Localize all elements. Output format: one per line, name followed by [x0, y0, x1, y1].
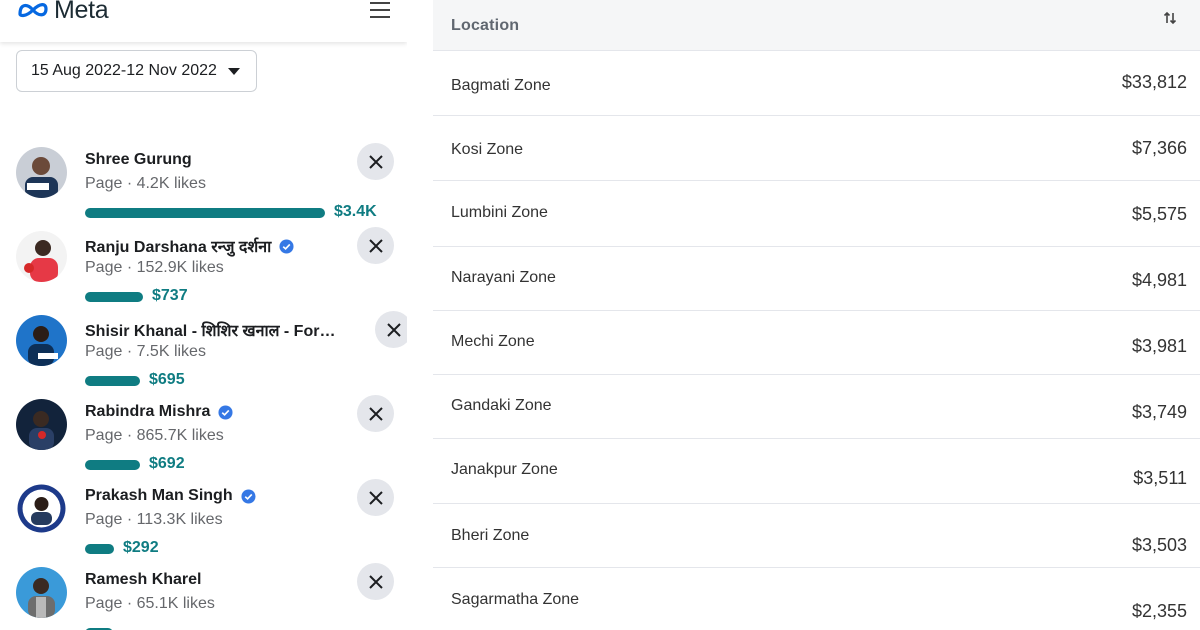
advertiser-subtitle: Page · 113.3K likes [85, 511, 223, 528]
list-item: Ramesh Kharel Page · 65.1K likes [0, 563, 407, 630]
advertiser-subtitle: Page · 4.2K likes [85, 175, 206, 192]
top-bar: Meta [0, 0, 407, 42]
value-cell: $2,355 [1131, 601, 1187, 621]
meta-infinity-icon [18, 3, 48, 18]
avatar[interactable] [16, 483, 67, 534]
close-icon [386, 322, 401, 337]
avatar[interactable] [16, 399, 67, 450]
spend-bar [85, 376, 140, 386]
hamburger-menu-icon[interactable] [370, 2, 390, 20]
date-range-label: 15 Aug 2022-12 Nov 2022 [31, 62, 217, 79]
value-cell: $3,981 [1131, 336, 1187, 356]
avatar[interactable] [16, 147, 67, 198]
spend-amount: $695 [149, 371, 185, 388]
value-cell: $5,575 [1131, 204, 1187, 224]
value-cell: $7,366 [1131, 138, 1187, 158]
table-row[interactable]: Janakpur Zone $3,511 [433, 439, 1200, 503]
spend-amount: $292 [123, 539, 159, 556]
location-cell: Mechi Zone [451, 333, 535, 350]
advertiser-panel: Meta 15 Aug 2022-12 Nov 2022 Shree Gurun… [0, 0, 407, 630]
remove-button[interactable] [357, 143, 394, 180]
advertiser-subtitle: Page · 865.7K likes [85, 427, 224, 444]
close-icon [368, 574, 383, 589]
value-cell: $4,981 [1131, 270, 1187, 290]
table-row[interactable]: Narayani Zone $4,981 [433, 247, 1200, 311]
remove-button[interactable] [357, 479, 394, 516]
caret-down-icon [228, 68, 240, 75]
close-icon [368, 154, 383, 169]
location-cell: Lumbini Zone [451, 204, 548, 221]
list-item: Ranju Darshana रन्जु दर्शना Page · 152.9… [0, 227, 407, 315]
table-row[interactable]: Bagmati Zone $33,812 [433, 52, 1200, 116]
spend-amount: $3.4K [334, 203, 377, 220]
table-row[interactable]: Bheri Zone $3,503 [433, 504, 1200, 568]
advertiser-subtitle: Page · 7.5K likes [85, 343, 206, 360]
avatar[interactable] [16, 567, 67, 618]
list-item: Prakash Man Singh Page · 113.3K likes $2… [0, 479, 407, 567]
close-icon [368, 238, 383, 253]
location-cell: Bheri Zone [451, 527, 530, 544]
location-cell: Bagmati Zone [451, 77, 551, 94]
close-icon [368, 406, 383, 421]
value-cell: $3,749 [1131, 402, 1187, 422]
table-row[interactable]: Kosi Zone $7,366 [433, 116, 1200, 180]
avatar[interactable] [16, 315, 67, 366]
table-header: Location [433, 0, 1200, 51]
table-row[interactable]: Mechi Zone $3,981 [433, 311, 1200, 375]
remove-button[interactable] [357, 563, 394, 600]
list-item: Rabindra Mishra Page · 865.7K likes $692 [0, 395, 407, 483]
location-cell: Kosi Zone [451, 141, 524, 158]
remove-button[interactable] [375, 311, 407, 348]
location-table: Location Bagmati Zone $33,812 Kosi Zone … [407, 0, 1200, 630]
verified-badge-icon [218, 404, 233, 420]
advertiser-name[interactable]: Shree Gurung [85, 151, 192, 169]
spend-bar [85, 292, 143, 302]
advertiser-name[interactable]: Ramesh Kharel [85, 571, 202, 589]
spend-bar [85, 544, 114, 554]
date-range-selector[interactable]: 15 Aug 2022-12 Nov 2022 [16, 50, 257, 92]
verified-badge-icon [241, 488, 256, 504]
spend-amount: $692 [149, 455, 185, 472]
list-item: Shree Gurung Page · 4.2K likes $3.4K [0, 143, 407, 231]
advertiser-name[interactable]: Shisir Khanal - शिशिर खनाल - For… [85, 319, 335, 341]
advertiser-subtitle: Page · 152.9K likes [85, 259, 224, 276]
table-row[interactable]: Gandaki Zone $3,749 [433, 375, 1200, 439]
value-cell: $3,511 [1133, 468, 1187, 488]
spend-bar [85, 208, 325, 218]
advertiser-name[interactable]: Prakash Man Singh [85, 487, 256, 505]
list-item: Shisir Khanal - शिशिर खनाल - For… Page ·… [0, 311, 407, 399]
sort-icon[interactable] [1162, 10, 1178, 26]
advertiser-name[interactable]: Rabindra Mishra [85, 403, 233, 421]
advertiser-subtitle: Page · 65.1K likes [85, 595, 215, 612]
meta-logo[interactable]: Meta [16, 0, 109, 26]
spend-bar [85, 460, 140, 470]
location-cell: Gandaki Zone [451, 397, 552, 414]
verified-badge-icon [279, 238, 294, 254]
table-row[interactable]: Lumbini Zone $5,575 [433, 181, 1200, 245]
remove-button[interactable] [357, 227, 394, 264]
table-row[interactable]: Sagarmatha Zone $2,355 [433, 568, 1200, 630]
avatar[interactable] [16, 231, 67, 282]
brand-name: Meta [54, 0, 109, 24]
remove-button[interactable] [357, 395, 394, 432]
value-cell: $33,812 [1121, 72, 1187, 92]
location-cell: Janakpur Zone [451, 461, 558, 478]
location-cell: Narayani Zone [451, 269, 556, 286]
column-header-location[interactable]: Location [451, 17, 519, 35]
location-cell: Sagarmatha Zone [451, 591, 580, 608]
value-cell: $3,503 [1131, 535, 1187, 555]
spend-amount: $737 [152, 287, 188, 304]
advertiser-name[interactable]: Ranju Darshana रन्जु दर्शना [85, 235, 294, 257]
close-icon [368, 490, 383, 505]
